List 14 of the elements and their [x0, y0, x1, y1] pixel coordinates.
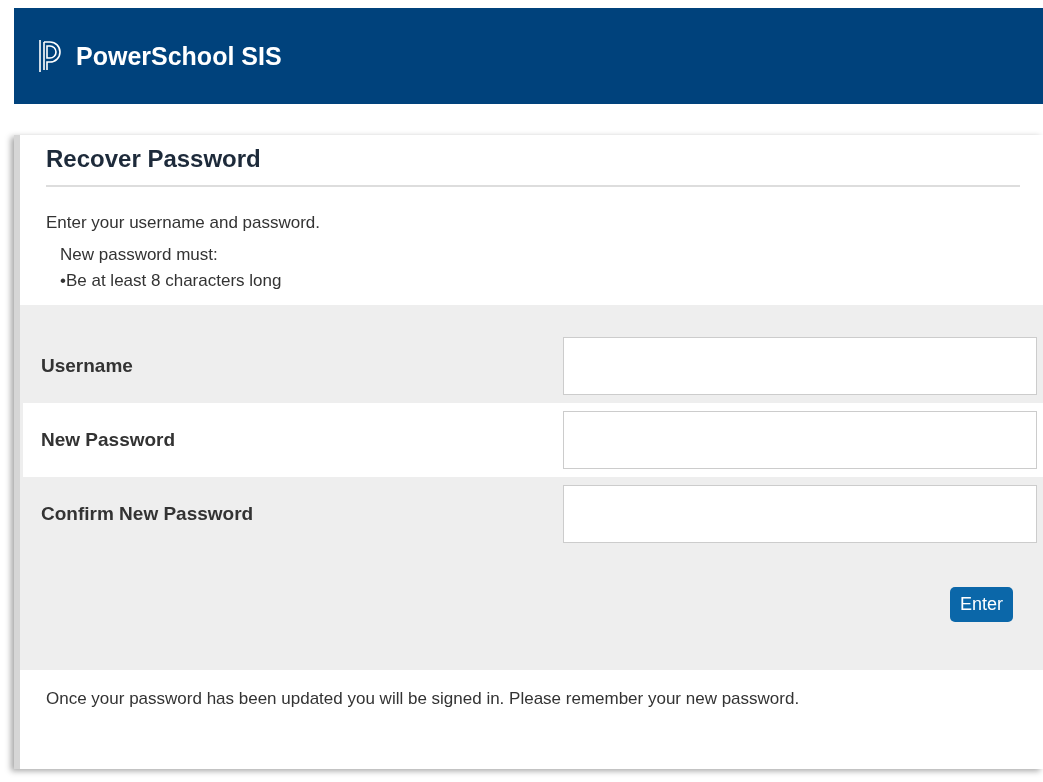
intro-text: Enter your username and password.	[46, 213, 322, 233]
input-field[interactable]	[563, 337, 1037, 395]
field-label: Username	[41, 355, 133, 377]
rules-heading: New password must:	[60, 245, 219, 265]
rule-text: •Be at least 8 characters long	[60, 271, 283, 291]
footer-note: Once your password has been updated you will be signed in. Please remember your new password.	[46, 688, 801, 710]
page-title: Recover Password	[46, 145, 1020, 187]
input-field[interactable]	[563, 485, 1037, 543]
logo-icon	[38, 39, 64, 73]
field-label: Confirm New Password	[41, 503, 254, 525]
input-field[interactable]	[563, 411, 1037, 469]
enter-button[interactable]: Enter	[949, 587, 1013, 622]
brand-name: PowerSchool SIS	[76, 41, 282, 71]
field-label: New Password	[41, 429, 176, 451]
